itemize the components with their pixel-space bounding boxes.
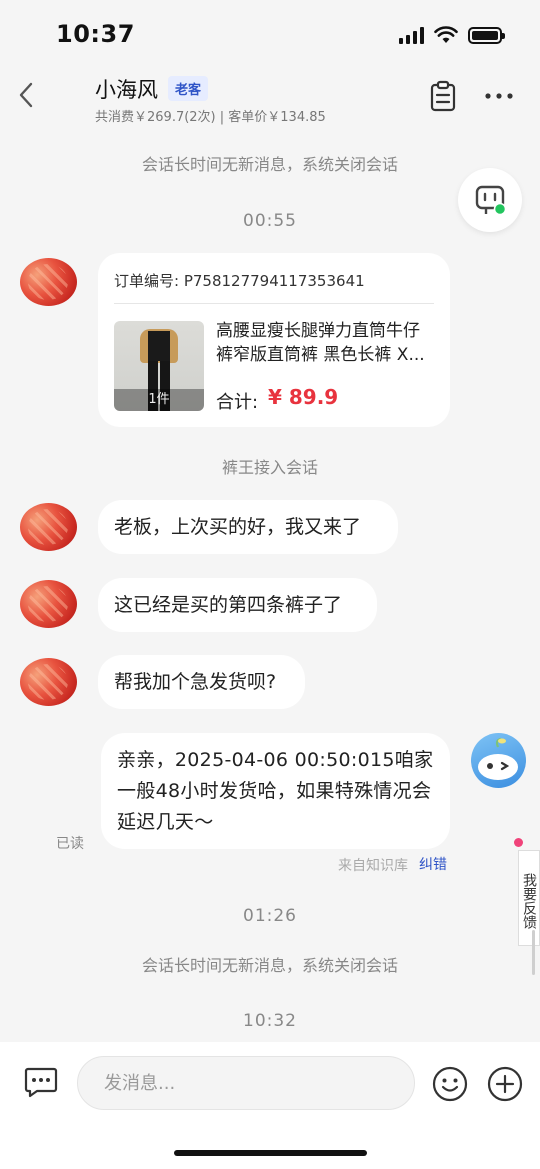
order-card[interactable]: 订单编号: P758127794117353641 1件 高腰显瘦长腿弹力直筒牛… bbox=[98, 253, 450, 427]
chat-header: 小海风 老客 共消费￥269.7(2次) | 客单价￥134.85 bbox=[0, 64, 540, 130]
status-bar: 10:37 bbox=[0, 0, 540, 64]
customer-message-bubble: 帮我加个急发货呗? bbox=[98, 655, 305, 709]
status-icons bbox=[399, 26, 505, 44]
agent-joined-message: 裤王接入会话 bbox=[221, 458, 318, 477]
customer-avatar[interactable] bbox=[20, 658, 77, 706]
plus-circle-icon[interactable] bbox=[487, 1066, 523, 1102]
divider bbox=[114, 303, 434, 304]
bot-avatar[interactable] bbox=[471, 733, 526, 788]
product-image[interactable]: 1件 bbox=[114, 321, 204, 411]
wifi-icon bbox=[434, 26, 458, 43]
home-indicator[interactable] bbox=[174, 1150, 367, 1156]
customer-avatar[interactable] bbox=[20, 258, 77, 306]
system-message: 会话长时间无新消息，系统关闭会话 bbox=[141, 956, 398, 975]
total-label: 合计: bbox=[216, 392, 259, 413]
knowledge-source-label: 来自知识库 bbox=[338, 858, 408, 874]
correct-link[interactable]: 纠错 bbox=[419, 854, 447, 874]
clipboard-icon[interactable] bbox=[429, 80, 457, 112]
emoji-icon[interactable] bbox=[432, 1066, 468, 1102]
chat-menu-icon[interactable] bbox=[24, 1066, 58, 1098]
customer-message-bubble: 这已经是买的第四条裤子了 bbox=[98, 578, 377, 632]
timestamp: 01:26 bbox=[243, 906, 297, 926]
cellular-signal-icon bbox=[399, 26, 424, 44]
customer-avatar[interactable] bbox=[20, 580, 77, 628]
feedback-notification-dot bbox=[514, 838, 523, 847]
timestamp: 00:55 bbox=[243, 211, 297, 231]
customer-avatar[interactable] bbox=[20, 503, 77, 551]
bot-mascot-icon bbox=[478, 737, 518, 780]
back-icon[interactable] bbox=[14, 80, 40, 110]
customer-name: 小海风 bbox=[95, 78, 158, 102]
customer-message-bubble: 老板，上次买的好，我又来了 bbox=[98, 500, 398, 554]
status-time: 10:37 bbox=[56, 20, 135, 48]
total-price: ¥ 89.9 bbox=[268, 385, 339, 409]
top-shape bbox=[148, 331, 170, 361]
timestamp: 10:32 bbox=[243, 1011, 297, 1031]
customer-tag-badge: 老客 bbox=[168, 76, 209, 101]
read-status: 已读 bbox=[56, 836, 84, 852]
bot-reply-bubble: 亲亲，2025-04-06 00:50:015咱家一般48小时发货哈，如果特殊情… bbox=[101, 733, 450, 849]
customer-stats: 共消费￥269.7(2次) | 客单价￥134.85 bbox=[95, 110, 326, 125]
battery-icon bbox=[468, 26, 505, 44]
product-quantity: 1件 bbox=[114, 389, 204, 411]
feedback-tab[interactable]: 我要反馈 bbox=[518, 850, 540, 946]
product-title: 高腰显瘦长腿弹力直筒牛仔裤窄版直筒裤 黑色长裤 X... bbox=[216, 321, 425, 365]
message-input[interactable] bbox=[77, 1056, 415, 1110]
order-number: 订单编号: P758127794117353641 bbox=[114, 272, 365, 290]
more-horizontal-icon[interactable] bbox=[484, 84, 514, 108]
